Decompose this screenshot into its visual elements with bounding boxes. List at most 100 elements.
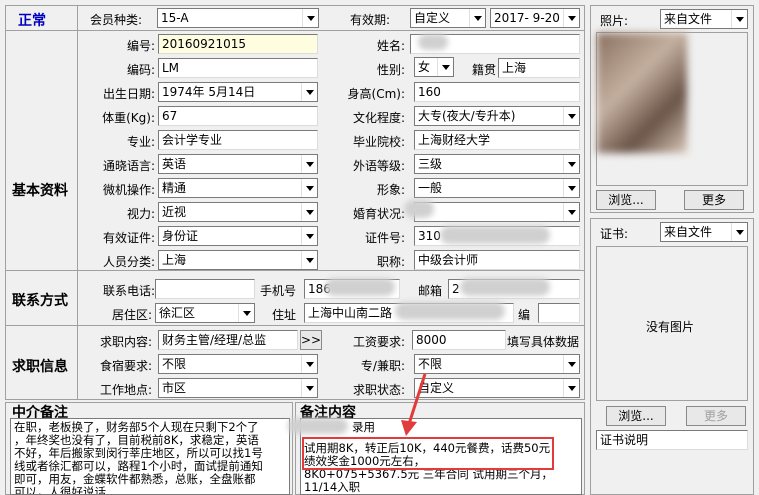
height-label: 身高(Cm): xyxy=(347,87,405,101)
gender-select[interactable]: 女 xyxy=(414,57,454,77)
category-value: 上海 xyxy=(162,253,187,267)
mobile-label: 手机号 xyxy=(260,284,297,298)
chevron-down-icon xyxy=(563,355,579,373)
salary-label: 工资要求: xyxy=(352,335,405,349)
school-label: 毕业院校: xyxy=(352,135,405,149)
chevron-down-icon xyxy=(563,379,579,397)
photo-browse-button[interactable]: 浏览... xyxy=(596,190,656,210)
chevron-down-icon xyxy=(563,203,579,221)
cert-desc-field[interactable]: 证书说明 xyxy=(596,430,748,450)
chevron-down-icon xyxy=(238,304,254,322)
job-status-select[interactable]: 自定义 xyxy=(414,378,580,398)
weight-label: 体重(Kg): xyxy=(102,111,155,125)
highlight-box xyxy=(302,437,554,470)
contact-section-divider xyxy=(5,325,585,326)
image-select[interactable]: 一般 xyxy=(414,178,580,198)
row1-divider xyxy=(5,30,585,31)
job-section-title: 求职信息 xyxy=(12,359,68,375)
chevron-down-icon xyxy=(731,223,747,241)
district-select[interactable]: 徐汇区 xyxy=(155,303,255,323)
name-label: 姓名: xyxy=(376,39,405,53)
address-redaction xyxy=(395,302,505,320)
gender-value: 女 xyxy=(418,60,431,74)
photo-source-select[interactable]: 来自文件 xyxy=(660,9,748,29)
chevron-down-icon xyxy=(731,10,747,28)
chevron-down-icon xyxy=(301,179,317,197)
idno-redaction xyxy=(440,226,550,244)
chevron-down-icon xyxy=(563,9,579,27)
meal-value: 不限 xyxy=(162,357,187,371)
mobile-redaction xyxy=(325,278,395,296)
notes-redaction xyxy=(288,418,348,434)
salary-field[interactable]: 8000 xyxy=(412,330,506,350)
marital-label: 婚育状况: xyxy=(352,207,405,221)
phone-field[interactable] xyxy=(155,279,255,299)
photo-more-button[interactable]: 更多 xyxy=(684,190,744,210)
cert-more-button[interactable]: 更多 xyxy=(686,406,746,426)
weight-field[interactable]: 67 xyxy=(158,106,318,126)
lang-value: 英语 xyxy=(162,157,187,171)
member-type-select[interactable]: 15-A xyxy=(157,8,319,28)
cert-label: 证书: xyxy=(600,227,629,241)
pc-select[interactable]: 精通 xyxy=(158,178,318,198)
salary-hint: 填写具体数据 xyxy=(507,335,580,349)
chevron-down-icon xyxy=(301,251,317,269)
school-field[interactable]: 上海财经大学 xyxy=(414,130,580,150)
title-field[interactable]: 中级会计师 xyxy=(414,250,580,270)
valid-id-value: 身份证 xyxy=(162,229,199,243)
job-content-more-button[interactable]: >> xyxy=(300,330,322,350)
edu-select[interactable]: 大专(夜大/专升本) xyxy=(414,106,580,126)
marital-select[interactable] xyxy=(414,202,580,222)
pc-label: 微机操作: xyxy=(102,183,155,197)
id-label: 编号: xyxy=(126,39,155,53)
cert-source-select[interactable]: 来自文件 xyxy=(660,222,748,242)
photo-source-value: 来自文件 xyxy=(664,12,713,26)
member-type-value: 15-A xyxy=(161,11,189,25)
place-select[interactable]: 市区 xyxy=(158,378,318,398)
code-field[interactable]: LM xyxy=(158,58,318,78)
job-status-label: 求职状态: xyxy=(352,383,405,397)
meal-label: 食宿要求: xyxy=(99,359,152,373)
chevron-down-icon xyxy=(469,9,485,27)
chevron-down-icon xyxy=(301,227,317,245)
meal-select[interactable]: 不限 xyxy=(158,354,318,374)
major-label: 专业: xyxy=(126,135,155,149)
height-field[interactable]: 160 xyxy=(414,82,580,102)
lang-select[interactable]: 英语 xyxy=(158,154,318,174)
id-field[interactable]: 20160921015 xyxy=(158,34,318,54)
chevron-down-icon xyxy=(301,379,317,397)
agent-notes-textarea[interactable]: 在职，老板换了，财务部5个人现在只剩下2个了 ，年终奖也没有了，目前税前8K，求… xyxy=(10,418,290,495)
vision-label: 视力: xyxy=(126,207,155,221)
agent-notes-line: 可以，人很好说话 xyxy=(14,485,106,495)
left-column-divider xyxy=(77,5,78,400)
cert-browse-button[interactable]: 浏览... xyxy=(606,406,666,426)
chevron-down-icon xyxy=(302,9,318,27)
job-type-label: 专/兼职: xyxy=(360,359,405,373)
code-label: 编码: xyxy=(126,63,155,77)
contact-section-title: 联系方式 xyxy=(12,293,68,309)
major-field[interactable]: 会计学专业 xyxy=(158,130,318,150)
idno-label: 证件号: xyxy=(364,231,405,245)
gender-label: 性别: xyxy=(376,63,405,77)
chevron-down-icon xyxy=(563,179,579,197)
postcode-label: 编 xyxy=(518,308,531,322)
job-content-field[interactable]: 财务主管/经理/总监 xyxy=(158,330,298,350)
birth-date-picker[interactable]: 1974年 5月14日 xyxy=(158,82,318,102)
vision-select[interactable]: 近视 xyxy=(158,202,318,222)
postcode-field[interactable] xyxy=(538,303,580,323)
job-type-select[interactable]: 不限 xyxy=(414,354,580,374)
edu-label: 文化程度: xyxy=(352,111,405,125)
native-field[interactable]: 上海 xyxy=(498,58,580,78)
red-arrow-icon xyxy=(401,373,427,436)
phone-label: 联系电话: xyxy=(102,284,155,298)
validity-mode-select[interactable]: 自定义 xyxy=(410,8,486,28)
birth-label: 出生日期: xyxy=(102,87,155,101)
chevron-down-icon xyxy=(301,203,317,221)
valid-id-select[interactable]: 身份证 xyxy=(158,226,318,246)
foreign-select[interactable]: 三级 xyxy=(414,154,580,174)
district-label: 居住区: xyxy=(111,308,152,322)
category-select[interactable]: 上海 xyxy=(158,250,318,270)
title-label: 职称: xyxy=(376,255,405,269)
validity-date-picker[interactable]: 2017- 9-20 xyxy=(490,8,580,28)
chevron-down-icon xyxy=(301,83,317,101)
